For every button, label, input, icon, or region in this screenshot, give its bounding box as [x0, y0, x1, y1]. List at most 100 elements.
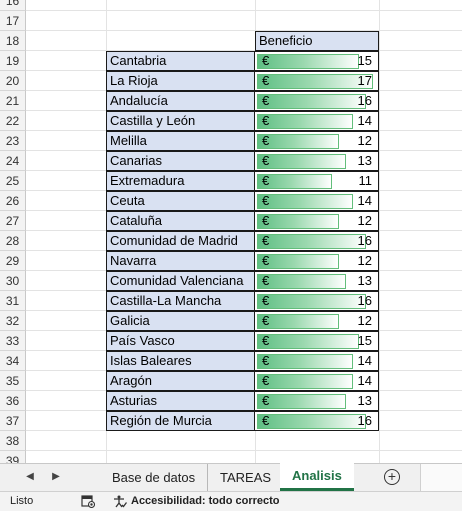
currency-symbol: € [262, 53, 270, 68]
row-header[interactable]: 26 [0, 191, 26, 211]
beneficio-cell[interactable]: €13 [255, 391, 379, 411]
row-header[interactable]: 38 [0, 431, 26, 451]
beneficio-cell[interactable]: €12 [255, 251, 379, 271]
row-header[interactable]: 22 [0, 111, 26, 131]
add-sheet-button[interactable]: + [384, 469, 400, 485]
region-cell[interactable]: La Rioja [106, 71, 255, 91]
row-header[interactable]: 32 [0, 311, 26, 331]
data-bar [257, 74, 373, 89]
currency-symbol: € [262, 333, 270, 348]
currency-symbol: € [262, 353, 270, 368]
region-cell[interactable]: Cantabria [106, 51, 255, 71]
row-header[interactable]: 30 [0, 271, 26, 291]
region-cell[interactable]: Asturias [106, 391, 255, 411]
region-cell[interactable]: Región de Murcia [106, 411, 255, 431]
beneficio-value: 16 [357, 233, 372, 248]
row-header[interactable]: 28 [0, 231, 26, 251]
region-cell[interactable]: Cataluña [106, 211, 255, 231]
row-header[interactable]: 23 [0, 131, 26, 151]
beneficio-value: 13 [357, 273, 372, 288]
region-cell[interactable]: Ceuta [106, 191, 255, 211]
region-cell[interactable]: Galicia [106, 311, 255, 331]
accessibility-icon[interactable] [113, 495, 128, 515]
spreadsheet-grid[interactable]: 16 17 18 Beneficio 19 Cantabria €15 20 La Rioja €… [0, 0, 462, 463]
beneficio-cell[interactable]: €11 [255, 171, 379, 191]
beneficio-value: 17 [357, 73, 372, 88]
macro-record-icon[interactable] [81, 495, 96, 515]
region-cell[interactable]: Aragón [106, 371, 255, 391]
row-header[interactable]: 18 [0, 31, 26, 51]
accessibility-status[interactable]: Accesibilidad: todo correcto [131, 492, 280, 511]
data-bar [257, 54, 359, 69]
currency-symbol: € [262, 193, 270, 208]
data-bar [257, 334, 359, 349]
beneficio-cell[interactable]: €14 [255, 111, 379, 131]
beneficio-cell[interactable]: €17 [255, 71, 379, 91]
data-bar [257, 394, 346, 409]
beneficio-cell[interactable]: €12 [255, 211, 379, 231]
beneficio-cell[interactable]: €14 [255, 371, 379, 391]
beneficio-cell[interactable]: €16 [255, 91, 379, 111]
region-cell[interactable]: País Vasco [106, 331, 255, 351]
row-header[interactable]: 25 [0, 171, 26, 191]
row-header[interactable]: 33 [0, 331, 26, 351]
table-row: 23 Melilla €12 [0, 131, 462, 151]
currency-symbol: € [262, 213, 270, 228]
region-cell[interactable]: Comunidad de Madrid [106, 231, 255, 251]
beneficio-cell[interactable]: €12 [255, 131, 379, 151]
row-header[interactable]: 24 [0, 151, 26, 171]
region-cell[interactable]: Castilla y León [106, 111, 255, 131]
region-cell[interactable]: Castilla-La Mancha [106, 291, 255, 311]
beneficio-value: 16 [357, 413, 372, 428]
table-row: 20 La Rioja €17 [0, 71, 462, 91]
region-cell[interactable]: Canarias [106, 151, 255, 171]
table-row: 36 Asturias €13 [0, 391, 462, 411]
data-bar [257, 134, 339, 149]
row-header[interactable]: 27 [0, 211, 26, 231]
row-header[interactable]: 20 [0, 71, 26, 91]
table-row: 28 Comunidad de Madrid €16 [0, 231, 462, 251]
region-cell[interactable]: Extremadura [106, 171, 255, 191]
table-row: 27 Cataluña €12 [0, 211, 462, 231]
beneficio-value: 14 [357, 373, 372, 388]
beneficio-cell[interactable]: €15 [255, 51, 379, 71]
tab-tareas[interactable]: TAREAS [208, 464, 285, 491]
beneficio-cell[interactable]: €14 [255, 191, 379, 211]
table-row: 37 Región de Murcia €16 [0, 411, 462, 431]
region-cell[interactable]: Melilla [106, 131, 255, 151]
row-header[interactable]: 37 [0, 411, 26, 431]
region-cell[interactable]: Navarra [106, 251, 255, 271]
row-header[interactable]: 19 [0, 51, 26, 71]
beneficio-cell[interactable]: €13 [255, 271, 379, 291]
row-header[interactable]: 29 [0, 251, 26, 271]
table-row: 32 Galicia €12 [0, 311, 462, 331]
row-header[interactable]: 16 [0, 0, 26, 11]
beneficio-cell[interactable]: €16 [255, 291, 379, 311]
row-header[interactable]: 36 [0, 391, 26, 411]
row-header[interactable]: 31 [0, 291, 26, 311]
region-cell[interactable]: Islas Baleares [106, 351, 255, 371]
currency-symbol: € [262, 73, 270, 88]
beneficio-cell[interactable]: €15 [255, 331, 379, 351]
horizontal-scrollbar[interactable] [420, 464, 462, 491]
beneficio-cell[interactable]: €14 [255, 351, 379, 371]
tab-scroll-right-button[interactable]: ▶ [48, 469, 64, 485]
tab-scroll-left-button[interactable]: ◀ [22, 469, 38, 485]
beneficio-cell[interactable]: €16 [255, 231, 379, 251]
row-header[interactable]: 35 [0, 371, 26, 391]
currency-symbol: € [262, 173, 270, 188]
region-cell[interactable]: Andalucía [106, 91, 255, 111]
beneficio-cell[interactable]: €12 [255, 311, 379, 331]
row-header[interactable]: 39 [0, 451, 26, 463]
row-header[interactable]: 34 [0, 351, 26, 371]
tab-base-de-datos[interactable]: Base de datos [100, 464, 209, 491]
beneficio-cell[interactable]: €16 [255, 411, 379, 431]
row-header[interactable]: 17 [0, 11, 26, 31]
region-cell[interactable]: Comunidad Valenciana [106, 271, 255, 291]
data-bar [257, 414, 366, 429]
currency-symbol: € [262, 413, 270, 428]
tab-analisis[interactable]: Analisis [280, 463, 354, 491]
row-header[interactable]: 21 [0, 91, 26, 111]
beneficio-cell[interactable]: €13 [255, 151, 379, 171]
beneficio-header-cell[interactable]: Beneficio [255, 31, 379, 51]
